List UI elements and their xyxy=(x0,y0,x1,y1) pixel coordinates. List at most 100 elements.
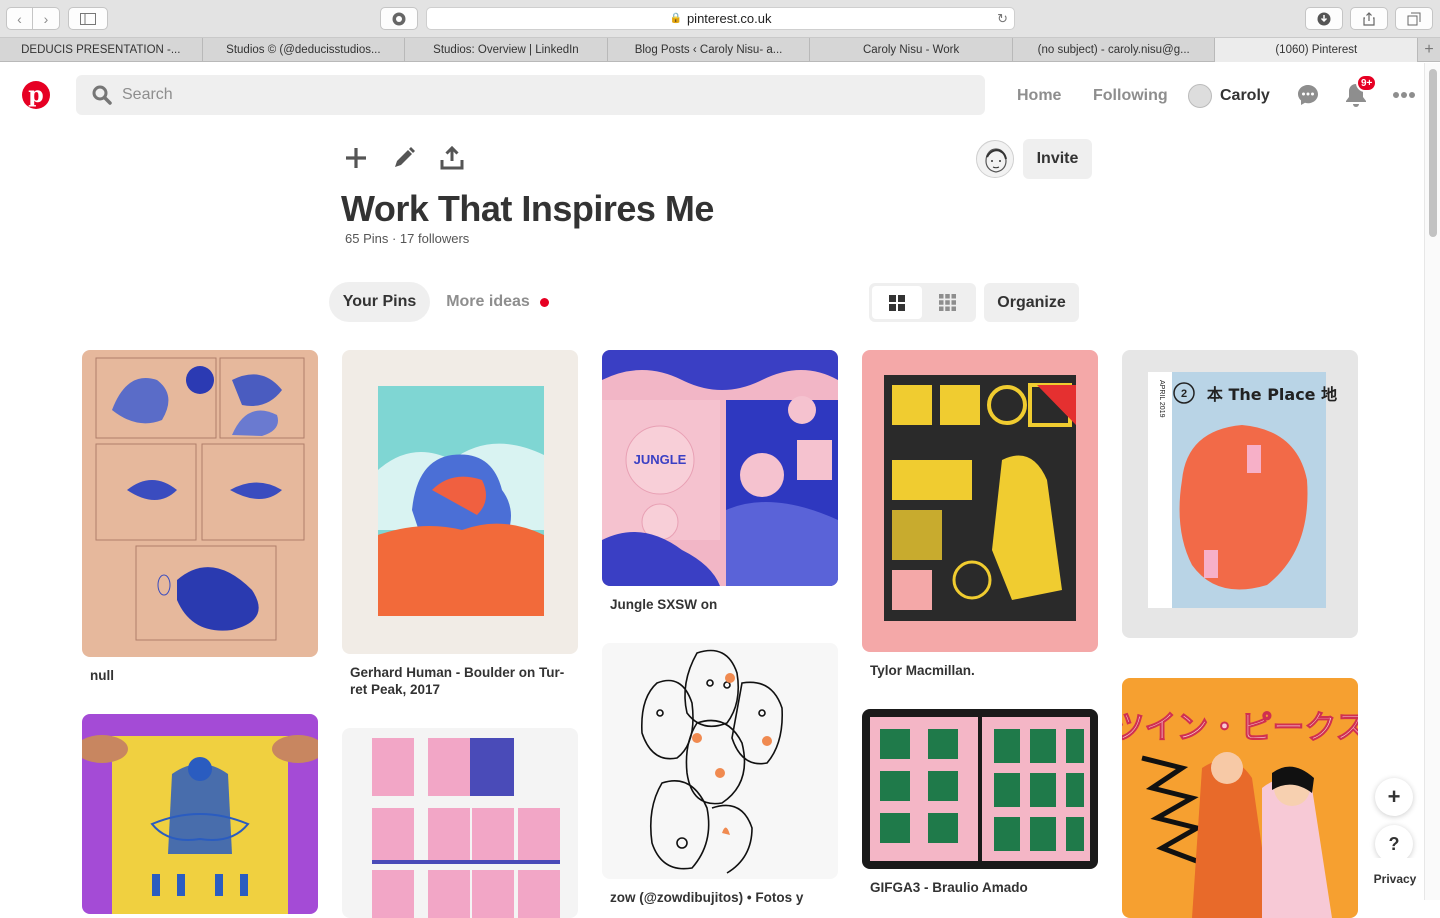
pin-title: Gerhard Human - Boulder on Tur-ret Peak,… xyxy=(350,665,565,697)
tab-your-pins[interactable]: Your Pins xyxy=(329,282,430,322)
messages-icon[interactable] xyxy=(1296,83,1320,107)
user-sketch-icon xyxy=(977,141,1013,177)
board-stats[interactable]: 65 Pins · 17 followers xyxy=(345,231,469,246)
pin-image[interactable] xyxy=(602,643,838,879)
pin-artwork xyxy=(82,735,318,914)
view-compact-button[interactable] xyxy=(922,286,972,319)
view-default-button[interactable] xyxy=(872,286,922,319)
user-avatar xyxy=(1188,84,1212,108)
chevron-left-icon: ‹ xyxy=(17,10,22,27)
board-title: Work That Inspires Me xyxy=(341,188,714,229)
chevron-right-icon: › xyxy=(43,10,49,27)
board-toolbar xyxy=(342,144,486,172)
edit-board-button[interactable] xyxy=(390,144,418,172)
pin-art-text: JUNGLE xyxy=(634,452,687,467)
pin-image[interactable] xyxy=(82,350,318,657)
pin-art-num: 2 xyxy=(1181,388,1187,400)
pinterest-logo[interactable]: p xyxy=(22,81,50,109)
pin-image[interactable] xyxy=(342,350,578,654)
plus-icon: + xyxy=(1387,784,1401,809)
pin-title: GIFGA3 - Braulio Amado xyxy=(870,880,1028,895)
pin-title: Jungle SXSW on xyxy=(610,597,718,612)
history-nav: ‹ › xyxy=(6,7,60,30)
nav-home[interactable]: Home xyxy=(1017,84,1061,108)
notification-badge: 9+ xyxy=(1356,74,1378,92)
pin-card[interactable]: Gerhard Human - Boulder on Tur-ret Peak,… xyxy=(342,350,578,698)
search-input[interactable] xyxy=(122,86,722,104)
grid-large-icon xyxy=(889,294,905,311)
pin-card[interactable] xyxy=(82,714,318,914)
share-board-button[interactable] xyxy=(438,144,466,172)
pin-card[interactable]: ツイン・ピークス xyxy=(1122,678,1358,918)
browser-tab[interactable]: Caroly Nisu - Work xyxy=(810,38,1013,62)
nav-following[interactable]: Following xyxy=(1093,84,1168,108)
pin-title: Tylor Macmillan. xyxy=(870,663,975,678)
organize-button[interactable]: Organize xyxy=(984,283,1079,322)
pin-image[interactable]: APRIL 2019 2 本 The Place 地 xyxy=(1122,350,1358,638)
upload-share-icon xyxy=(440,146,464,170)
pin-art-jp-text: ツイン・ピークス xyxy=(1122,708,1358,746)
more-options-icon[interactable] xyxy=(1392,91,1416,99)
address-bar[interactable]: 🔒 pinterest.co.uk ↻ xyxy=(426,7,1015,30)
tabs-overview-button[interactable] xyxy=(1395,7,1433,30)
pin-artwork xyxy=(372,738,560,918)
invite-button[interactable]: Invite xyxy=(1023,139,1092,179)
browser-tab[interactable]: DEDUCIS PRESENTATION -... xyxy=(0,38,203,62)
pin-image[interactable] xyxy=(82,714,318,914)
pin-card[interactable]: GIFGA3 - Braulio Amado xyxy=(862,709,1098,896)
page-scrollbar[interactable] xyxy=(1424,63,1440,900)
pin-card[interactable] xyxy=(342,728,578,918)
pin-image[interactable]: JUNGLE xyxy=(602,350,838,586)
pin-card[interactable]: zow (@zowdibujitos) • Fotos y xyxy=(602,643,838,906)
browser-tab[interactable]: Blog Posts ‹ Caroly Nisu- a... xyxy=(608,38,811,62)
browser-tab[interactable]: Studios © (@deducisstudios... xyxy=(203,38,406,62)
plus-icon: + xyxy=(1424,41,1434,58)
share-icon xyxy=(1363,11,1375,26)
browser-tab[interactable]: Studios: Overview | LinkedIn xyxy=(405,38,608,62)
pin-card[interactable]: Tylor Macmillan. xyxy=(862,350,1098,679)
search-bar[interactable] xyxy=(76,75,985,115)
collaborator-avatar[interactable] xyxy=(976,140,1014,178)
lock-icon: 🔒 xyxy=(669,13,682,24)
pin-artwork xyxy=(378,386,544,616)
pin-image[interactable] xyxy=(862,350,1098,652)
sidebar-toggle-button[interactable] xyxy=(68,7,108,30)
new-tab-button[interactable]: + xyxy=(1418,38,1440,62)
back-button[interactable]: ‹ xyxy=(6,7,33,30)
pin-artwork: ツイン・ピークス xyxy=(1122,708,1358,918)
browser-tab-active[interactable]: (1060) Pinterest xyxy=(1215,38,1419,62)
share-button[interactable] xyxy=(1350,7,1388,30)
reload-icon[interactable]: ↻ xyxy=(997,11,1008,27)
pin-card[interactable]: JUNGLE Jungle SXSW on xyxy=(602,350,838,613)
pin-card[interactable]: APRIL 2019 2 本 The Place 地 xyxy=(1122,350,1358,638)
pin-image[interactable] xyxy=(342,728,578,918)
tab-more-ideas-label: More ideas xyxy=(446,293,530,310)
search-icon xyxy=(92,85,112,105)
user-name: Caroly xyxy=(1220,87,1270,104)
grid-small-icon xyxy=(938,294,956,311)
add-floating-button[interactable]: + xyxy=(1375,778,1413,816)
add-pin-button[interactable] xyxy=(342,144,370,172)
browser-toolbar: ‹ › 🔒 pinterest.co.uk ↻ xyxy=(0,0,1440,38)
tab-more-ideas[interactable]: More ideas xyxy=(440,282,555,322)
pin-artwork xyxy=(640,649,784,874)
pin-art-date: APRIL 2019 xyxy=(1158,380,1165,418)
url-text: pinterest.co.uk xyxy=(686,11,772,26)
extension-button[interactable] xyxy=(380,7,418,30)
pin-image[interactable] xyxy=(862,709,1098,869)
browser-tab[interactable]: (no subject) - caroly.nisu@g... xyxy=(1013,38,1216,62)
scroll-thumb[interactable] xyxy=(1429,69,1437,237)
pin-card[interactable]: null xyxy=(82,350,318,684)
pin-artwork xyxy=(95,357,305,641)
nav-profile[interactable]: Caroly xyxy=(1188,84,1270,108)
pin-image[interactable]: ツイン・ピークス xyxy=(1122,678,1358,918)
plus-icon xyxy=(346,148,366,168)
pin-artwork xyxy=(870,717,1090,861)
privacy-link[interactable]: Privacy xyxy=(1369,858,1421,900)
sidebar-icon xyxy=(80,12,96,25)
downloads-button[interactable] xyxy=(1305,7,1343,30)
tab-bar: DEDUCIS PRESENTATION -... Studios © (@de… xyxy=(0,38,1440,62)
forward-button[interactable]: › xyxy=(33,7,60,30)
tabs-icon xyxy=(1407,12,1421,25)
pencil-icon xyxy=(395,147,415,167)
